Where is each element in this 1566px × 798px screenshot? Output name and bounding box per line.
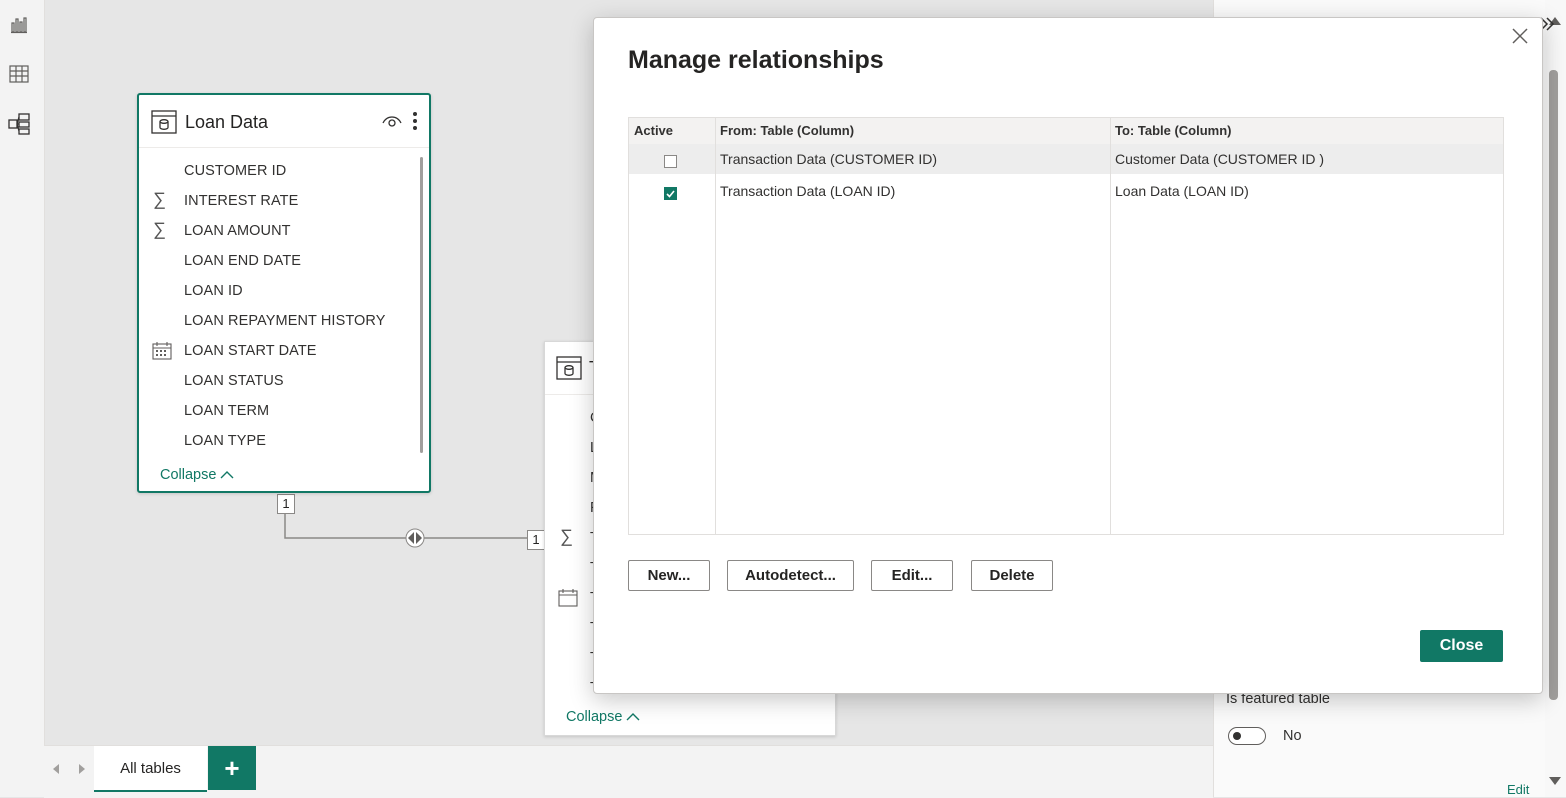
dialog-title: Manage relationships (628, 46, 884, 74)
column-header-from[interactable]: From: Table (Column) (715, 118, 1110, 144)
field-name: CUSTOMER ID (184, 163, 287, 179)
autodetect-button[interactable]: Autodetect... (727, 560, 854, 591)
close-button[interactable]: Close (1420, 630, 1503, 662)
field-name: LOAN START DATE (184, 343, 317, 359)
edit-relationship-button[interactable]: Edit... (871, 560, 953, 591)
field-row[interactable]: ∑ LOAN AMOUNT (139, 219, 417, 245)
from-cell: Transaction Data (CUSTOMER ID) (720, 151, 938, 167)
field-row[interactable]: LOAN END DATE (139, 251, 417, 275)
field-name: LOAN END DATE (184, 253, 302, 269)
table-icon (151, 110, 177, 134)
scroll-thumb[interactable] (1549, 70, 1558, 700)
to-cell: Loan Data (LOAN ID) (1115, 183, 1249, 199)
field-row[interactable]: LOAN REPAYMENT HISTORY (139, 311, 417, 335)
relationship-line[interactable] (280, 505, 550, 550)
checkmark-icon (666, 190, 675, 198)
cardinality-label-left: 1 (277, 494, 295, 514)
relationships-table: Active From: Table (Column) To: Table (C… (628, 117, 1504, 535)
scroll-down-icon[interactable] (1548, 776, 1562, 786)
field-name: LOAN TERM (184, 403, 270, 419)
field-row[interactable]: LOAN STATUS (139, 371, 417, 395)
from-cell: Transaction Data (LOAN ID) (720, 183, 896, 199)
field-name: LOAN TYPE (184, 433, 267, 449)
sum-icon: ∑ (560, 526, 573, 546)
manage-relationships-dialog: Manage relationships Active From: Table … (593, 17, 1543, 694)
field-row[interactable]: LOAN ID (139, 281, 417, 305)
field-name: LOAN ID (184, 283, 243, 299)
field-row[interactable]: ∑ INTEREST RATE (139, 189, 417, 215)
tab-all-tables[interactable]: All tables (94, 746, 207, 792)
sum-icon: ∑ (153, 219, 166, 239)
field-name: INTEREST RATE (184, 193, 299, 209)
delete-relationship-button[interactable]: Delete (971, 560, 1053, 591)
featured-table-value: No (1283, 728, 1302, 744)
calendar-icon (558, 589, 578, 607)
field-row[interactable]: LOAN START DATE (139, 341, 417, 365)
active-checkbox[interactable] (664, 155, 677, 168)
view-switcher-rail (0, 0, 45, 797)
collapse-link[interactable]: Collapse (566, 709, 640, 725)
cardinality-label-right: 1 (527, 530, 545, 550)
table-row[interactable]: Transaction Data (LOAN ID) Loan Data (LO… (629, 176, 1503, 206)
field-name: LOAN AMOUNT (184, 223, 291, 239)
table-row[interactable]: Transaction Data (CUSTOMER ID) Customer … (629, 144, 1503, 174)
table-title: Loan Data (185, 112, 269, 132)
new-relationship-button[interactable]: New... (628, 560, 710, 591)
field-row[interactable]: CUSTOMER ID (139, 161, 417, 185)
add-layout-button[interactable]: + (208, 746, 256, 790)
field-name: LOAN STATUS (184, 373, 284, 389)
field-row[interactable]: LOAN TERM (139, 401, 417, 425)
sum-icon: ∑ (153, 189, 166, 209)
more-options-icon[interactable] (412, 111, 418, 131)
column-header-to[interactable]: To: Table (Column) (1110, 118, 1503, 144)
bidirectional-filter-icon (405, 528, 425, 548)
visibility-eye-icon[interactable] (382, 114, 402, 128)
active-checkbox[interactable] (664, 187, 677, 200)
table-view-icon[interactable] (8, 63, 30, 85)
table-card-header: Loan Data (139, 95, 429, 148)
featured-table-toggle[interactable] (1228, 727, 1266, 745)
tab-scroll-left-icon[interactable] (52, 763, 60, 775)
field-name: LOAN REPAYMENT HISTORY (184, 313, 386, 329)
to-cell: Customer Data (CUSTOMER ID ) (1115, 151, 1324, 167)
field-list-scrollbar[interactable] (420, 157, 423, 453)
model-view-icon[interactable] (8, 113, 30, 135)
collapse-link[interactable]: Collapse (160, 467, 234, 483)
calendar-icon (152, 342, 172, 360)
loan-data-table-card[interactable]: Loan Data CUSTOMER ID ∑ INTEREST RATE ∑ LOAN… (137, 93, 431, 493)
field-row[interactable]: LOAN TYPE (139, 431, 417, 455)
table-icon (556, 356, 582, 380)
pane-scrollbar[interactable] (1545, 0, 1566, 797)
edit-link[interactable]: Edit (1507, 782, 1529, 797)
column-header-active[interactable]: Active (629, 118, 715, 144)
tab-scroll-right-icon[interactable] (78, 763, 86, 775)
column-divider (1110, 118, 1111, 534)
column-divider (715, 118, 716, 534)
chevron-up-icon (220, 471, 234, 479)
close-icon[interactable] (1508, 24, 1532, 48)
chevron-up-icon (626, 713, 640, 721)
report-view-icon[interactable] (8, 14, 30, 36)
